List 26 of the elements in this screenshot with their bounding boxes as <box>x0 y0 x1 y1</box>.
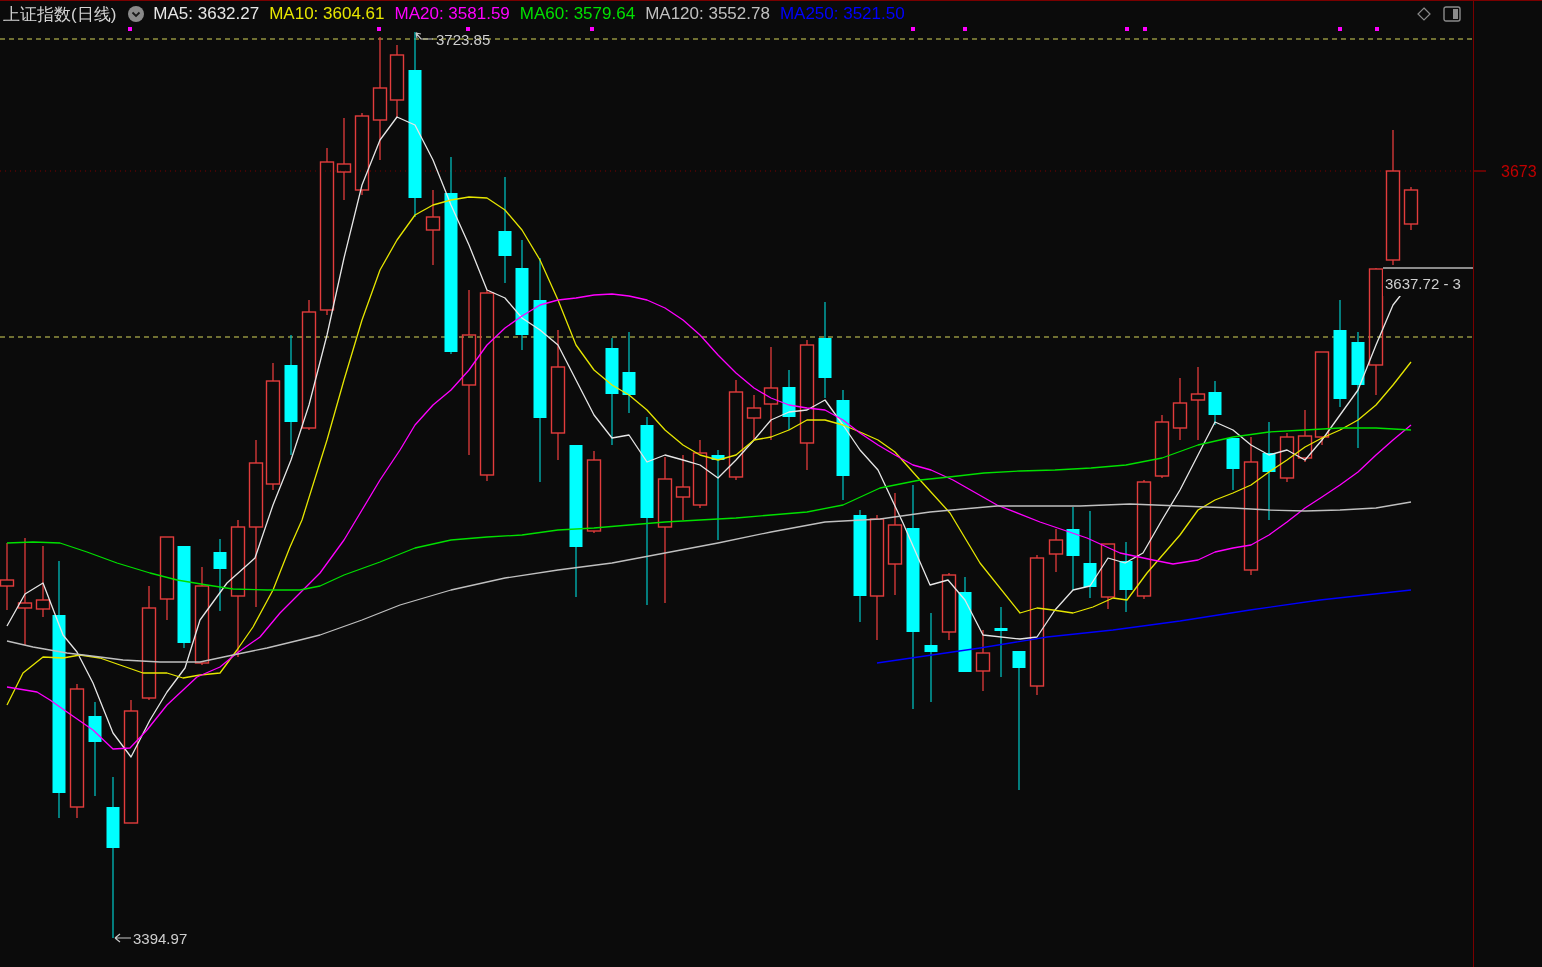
left-arrow-icon <box>415 32 434 40</box>
signal-marker-icon <box>1338 27 1342 31</box>
moving-average-value: MA120: 3552.78 <box>645 4 770 24</box>
panel-toggle-icon[interactable] <box>1443 6 1461 22</box>
dropdown-icon[interactable] <box>128 6 145 22</box>
price-axis-label: 3673 <box>1501 163 1537 180</box>
price-tag-label: 3637.72 - 3 <box>1385 275 1461 292</box>
signal-marker-icon <box>590 27 594 31</box>
moving-average-value: MA250: 3521.50 <box>779 4 905 24</box>
signal-marker-icon <box>377 27 381 31</box>
diamond-icon[interactable] <box>1417 7 1431 21</box>
signal-marker-icon <box>1125 27 1129 31</box>
price-annotation: 3723.85 <box>436 31 491 48</box>
signal-marker-icon <box>963 27 967 31</box>
price-annotation: 3394.97 <box>133 930 188 947</box>
signal-marker-icon <box>128 27 132 31</box>
left-arrow-icon <box>114 933 132 943</box>
moving-average-value: MA5: 3632.27 <box>153 4 260 24</box>
signal-marker-icon <box>1375 27 1379 31</box>
moving-average-value: MA60: 3579.64 <box>519 4 636 24</box>
signal-marker-icon <box>911 27 915 31</box>
chart-title: 上证指数(日线) <box>3 3 117 26</box>
moving-average-value: MA20: 3581.59 <box>394 4 510 24</box>
signal-marker-icon <box>466 27 470 31</box>
moving-average-value: MA10: 3604.61 <box>269 4 385 24</box>
signal-marker-icon <box>1143 27 1147 31</box>
